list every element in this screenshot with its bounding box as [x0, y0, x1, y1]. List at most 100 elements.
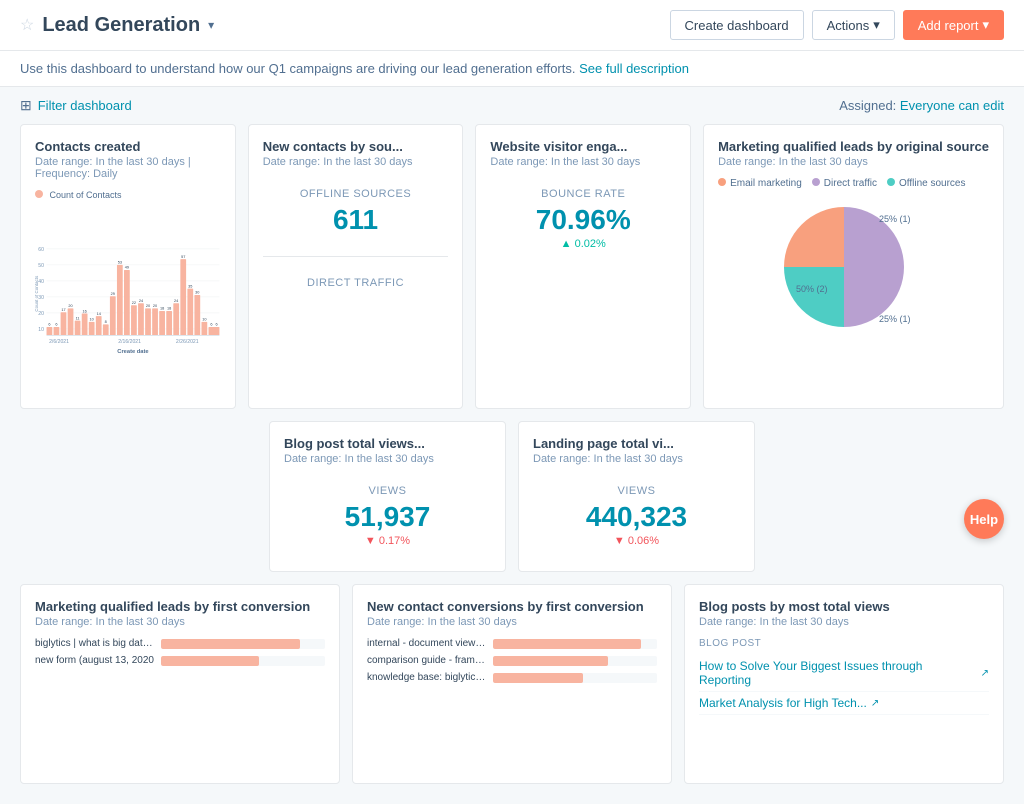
svg-text:25% (1): 25% (1) [879, 314, 911, 324]
svg-text:16: 16 [82, 309, 86, 313]
svg-text:20: 20 [146, 304, 150, 308]
website-visitor-subtitle: Date range: In the last 30 days [490, 156, 676, 168]
new-contacts-title: New contacts by sou... [263, 139, 449, 154]
mql-by-source-card: Marketing qualified leads by original so… [703, 124, 1004, 409]
spacer [20, 421, 257, 572]
nc-hbar-track-2 [493, 656, 657, 666]
nc-hbar-fill-2 [493, 656, 608, 666]
assigned-area: Assigned: Everyone can edit [839, 98, 1004, 113]
pie-legend: Email marketing Direct traffic Offline s… [718, 178, 989, 189]
svg-text:6: 6 [48, 323, 50, 327]
hbar-row-1: biglytics | what is big data?; ebook for… [35, 638, 325, 649]
star-icon[interactable]: ☆ [20, 15, 34, 35]
svg-text:10: 10 [38, 327, 44, 333]
landing-views-value: 440,323 [533, 501, 740, 533]
filter-grid-icon: ⊞ [20, 97, 32, 114]
pie-chart-svg: 25% (1) 50% (2) 25% (1) [774, 192, 934, 347]
new-contact-hbar-chart: internal - document viewer.... compariso… [367, 638, 657, 683]
nc-hbar-label-3: knowledge base: biglytics ... [367, 672, 487, 683]
bar-chart-svg: 60 50 40 30 20 10 Count of Contacts [35, 206, 221, 391]
hbar-label-2: new form (august 13, 2020 [35, 655, 155, 666]
landing-page-views-card: Landing page total vi... Date range: In … [518, 421, 755, 572]
offline-sources-value: 611 [263, 204, 449, 236]
metric-divider [263, 256, 449, 257]
blog-post-views-card: Blog post total views... Date range: In … [269, 421, 506, 572]
svg-text:53: 53 [118, 261, 122, 265]
blog-posts-title: Blog posts by most total views [699, 599, 989, 614]
nc-hbar-label-1: internal - document viewer.... [367, 638, 487, 649]
svg-text:6: 6 [55, 323, 57, 327]
new-contact-conversions-card: New contact conversions by first convers… [352, 584, 672, 784]
svg-text:2/16/2021: 2/16/2021 [118, 339, 141, 345]
filter-bar: ⊞ Filter dashboard Assigned: Everyone ca… [0, 87, 1024, 124]
blog-link-1[interactable]: How to Solve Your Biggest Issues through… [699, 655, 989, 692]
new-contacts-subtitle: Date range: In the last 30 days [263, 156, 449, 168]
nc-hbar-track-1 [493, 639, 657, 649]
legend-direct: Direct traffic [812, 178, 877, 189]
hbar-row-2: new form (august 13, 2020 [35, 655, 325, 666]
bounce-rate-section: BOUNCE RATE 70.96% ▲ 0.02% [490, 178, 676, 260]
direct-traffic-section: DIRECT TRAFFIC [263, 267, 449, 299]
offline-sources-section: OFFLINE SOURCES 611 [263, 178, 449, 246]
nc-hbar-row-2: comparison guide - frame.... [367, 655, 657, 666]
mql-subtitle: Date range: In the last 30 days [718, 156, 989, 168]
blog-post-title: Blog post total views... [284, 436, 491, 451]
blog-views-change: ▼ 0.17% [284, 535, 491, 547]
actions-button[interactable]: Actions ▾ [812, 10, 895, 40]
blog-link-2[interactable]: Market Analysis for High Tech... ↗ [699, 692, 989, 715]
svg-text:35: 35 [188, 284, 192, 288]
svg-text:25% (1): 25% (1) [879, 214, 911, 224]
svg-text:30: 30 [195, 291, 199, 295]
contacts-created-title: Contacts created [35, 139, 221, 154]
legend-offline: Offline sources [887, 178, 966, 189]
mql-conversion-title: Marketing qualified leads by first conve… [35, 599, 325, 614]
svg-text:6: 6 [210, 323, 212, 327]
nc-hbar-row-1: internal - document viewer.... [367, 638, 657, 649]
svg-text:24: 24 [174, 299, 179, 303]
svg-text:11: 11 [76, 316, 80, 320]
description-text: Use this dashboard to understand how our… [20, 61, 575, 76]
landing-views-section: VIEWS 440,323 ▼ 0.06% [533, 475, 740, 557]
pie-chart: 25% (1) 50% (2) 25% (1) [718, 189, 989, 349]
help-button[interactable]: Help [964, 499, 1004, 539]
hbar-track-1 [161, 639, 325, 649]
landing-page-subtitle: Date range: In the last 30 days [533, 453, 740, 465]
description-bar: Use this dashboard to understand how our… [0, 51, 1024, 87]
svg-text:57: 57 [181, 255, 185, 259]
new-contact-conv-subtitle: Date range: In the last 30 days [367, 616, 657, 628]
svg-text:22: 22 [132, 301, 136, 305]
nc-hbar-row-3: knowledge base: biglytics ... [367, 672, 657, 683]
create-dashboard-button[interactable]: Create dashboard [670, 10, 804, 40]
blog-views-value: 51,937 [284, 501, 491, 533]
svg-text:20: 20 [68, 304, 72, 308]
hbar-fill-2 [161, 656, 259, 666]
title-dropdown-icon[interactable]: ▾ [208, 18, 214, 32]
nc-hbar-fill-3 [493, 673, 583, 683]
svg-text:14: 14 [97, 312, 102, 316]
svg-text:10: 10 [90, 318, 94, 322]
new-contacts-by-source-card: New contacts by sou... Date range: In th… [248, 124, 464, 409]
website-visitor-card: Website visitor enga... Date range: In t… [475, 124, 691, 409]
hbar-track-2 [161, 656, 325, 666]
mql-title: Marketing qualified leads by original so… [718, 139, 989, 154]
svg-text:2/6/2021: 2/6/2021 [49, 339, 69, 345]
svg-text:29: 29 [111, 292, 115, 296]
add-report-button[interactable]: Add report ▾ [903, 10, 1004, 40]
top-row: Contacts created Date range: In the last… [20, 124, 1004, 409]
chart-area: 60 50 40 30 20 10 Count of Contacts [35, 206, 221, 394]
external-link-icon-1: ↗ [981, 668, 989, 679]
svg-text:49: 49 [125, 266, 129, 270]
hbar-fill-1 [161, 639, 300, 649]
svg-text:60: 60 [38, 247, 44, 253]
mql-first-conversion-card: Marketing qualified leads by first conve… [20, 584, 340, 784]
svg-text:18: 18 [167, 307, 171, 311]
filter-dashboard-button[interactable]: ⊞ Filter dashboard [20, 97, 132, 114]
see-full-description-link[interactable]: See full description [579, 61, 689, 76]
svg-text:2/26/2021: 2/26/2021 [176, 339, 199, 345]
external-link-icon-2: ↗ [871, 698, 879, 709]
bar-chart-wrapper: 60 50 40 30 20 10 Count of Contacts [35, 206, 221, 394]
nc-hbar-fill-1 [493, 639, 641, 649]
add-report-dropdown-icon: ▾ [982, 17, 989, 33]
svg-text:6: 6 [215, 323, 217, 327]
blog-views-section: VIEWS 51,937 ▼ 0.17% [284, 475, 491, 557]
